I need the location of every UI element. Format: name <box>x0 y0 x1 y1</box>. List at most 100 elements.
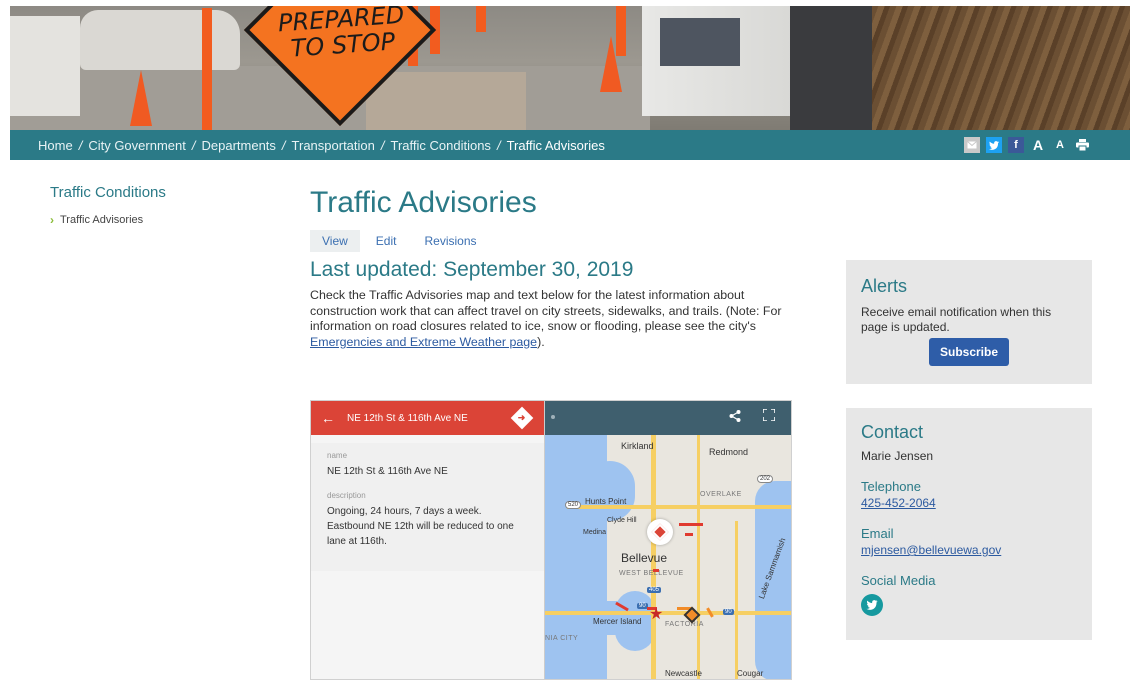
sr202-shield: 202 <box>757 475 774 483</box>
intro-text: Check the Traffic Advisories map and tex… <box>310 288 782 333</box>
breadcrumb-departments[interactable]: Departments <box>201 138 275 153</box>
map-toolbar <box>545 401 791 435</box>
closure-segment <box>685 533 693 536</box>
map-label-hunts-point: Hunts Point <box>585 497 627 506</box>
last-updated-heading: Last updated: September 30, 2019 <box>310 258 634 281</box>
banner-cone <box>130 70 152 126</box>
map-label-factoria: FACTORIA <box>665 621 704 628</box>
breadcrumb-separator: / <box>78 137 83 153</box>
breadcrumb-separator: / <box>496 137 501 153</box>
section-nav-item-traffic-advisories[interactable]: › Traffic Advisories <box>50 213 250 227</box>
banner-car-left <box>10 16 80 116</box>
map-label-mercer-island: Mercer Island <box>593 617 642 626</box>
map-label-overlake: OVERLAKE <box>700 491 742 498</box>
print-icon[interactable] <box>1074 137 1090 153</box>
sr520-shield: 520 <box>565 501 582 509</box>
banner-truck-window <box>660 18 740 66</box>
edit-tabs: View Edit Revisions <box>310 230 800 252</box>
tab-edit[interactable]: Edit <box>364 230 409 252</box>
directions-icon[interactable]: ➜ <box>510 406 534 430</box>
breadcrumb-separator: / <box>380 137 385 153</box>
section-nav-title[interactable]: Traffic Conditions <box>50 184 250 201</box>
subscribe-button[interactable]: Subscribe <box>929 338 1009 366</box>
contact-title: Contact <box>861 422 924 442</box>
breadcrumb-current: Traffic Advisories <box>506 137 605 153</box>
contact-name: Marie Jensen <box>861 449 934 463</box>
alerts-title: Alerts <box>861 276 908 296</box>
map-panel-header: ← NE 12th St & 116th Ave NE ➜ <box>311 401 544 435</box>
name-value: NE 12th St & 116th Ave NE <box>327 466 448 477</box>
telephone-label: Telephone <box>861 479 921 494</box>
breadcrumb-traffic-conditions[interactable]: Traffic Conditions <box>391 138 491 153</box>
breadcrumb-city-government[interactable]: City Government <box>88 138 186 153</box>
traffic-map-embed[interactable]: ← NE 12th St & 116th Ave NE ➜ name NE 12… <box>310 400 792 680</box>
advisory-star-marker[interactable]: ★ <box>649 607 663 623</box>
name-label: name <box>327 451 348 460</box>
banner-pole <box>476 6 486 32</box>
alerts-text: Receive email notification when this pag… <box>861 305 1052 334</box>
i90-shield: 90 <box>723 609 734 615</box>
map-detail-panel: ← NE 12th St & 116th Ave NE ➜ name NE 12… <box>311 401 545 679</box>
map-label-cougar: Cougar <box>737 669 764 678</box>
map-label-west-bellevue: WEST BELLEVUE <box>619 570 684 577</box>
lake-washington-bay <box>585 461 635 521</box>
back-arrow-icon[interactable]: ← <box>321 410 335 426</box>
breadcrumb: Home / City Government / Departments / T… <box>38 138 605 153</box>
breadcrumb-bar: Home / City Government / Departments / T… <box>10 130 1130 160</box>
email-label: Email <box>861 526 894 541</box>
main-content: Traffic Advisories View Edit Revisions L… <box>310 186 800 350</box>
telephone-link[interactable]: 425-452-2064 <box>861 496 1077 510</box>
arterial-road <box>735 521 738 679</box>
map-panel-title: NE 12th St & 116th Ave NE <box>347 412 468 424</box>
banner-sign-text: PREPARED TO STOP <box>277 6 406 63</box>
intro-end: ). <box>537 334 545 349</box>
facebook-icon[interactable]: f <box>1008 137 1024 153</box>
share-icon[interactable] <box>729 410 741 425</box>
lake-sammamish <box>755 481 791 679</box>
banner-excavator <box>790 6 880 130</box>
map-panel-body: name NE 12th St & 116th Ave NE descripti… <box>311 443 544 571</box>
map-label-nia-city: NIA CITY <box>545 635 579 642</box>
hero-banner: PREPARED TO STOP <box>10 6 1130 130</box>
i405-shield: 405 <box>647 587 662 593</box>
closure-segment <box>679 523 703 526</box>
email-link[interactable]: mjensen@bellevuewa.gov <box>861 543 1077 557</box>
map-label-medina: Medina <box>583 529 606 536</box>
description-value: Ongoing, 24 hours, 7 days a week. Eastbo… <box>327 506 514 547</box>
page-tools: f A A <box>964 137 1090 153</box>
breadcrumb-transportation[interactable]: Transportation <box>292 138 375 153</box>
section-nav: Traffic Conditions › Traffic Advisories <box>50 184 250 227</box>
chevron-right-icon: › <box>50 213 54 227</box>
banner-dirt <box>872 6 1130 130</box>
breadcrumb-separator: / <box>191 137 196 153</box>
social-media-label: Social Media <box>861 573 936 588</box>
closure-segment <box>653 569 659 572</box>
description-label: description <box>327 491 366 500</box>
banner-car <box>80 10 240 70</box>
map-toolbar-dot <box>551 415 555 419</box>
fullscreen-icon[interactable] <box>762 408 776 424</box>
banner-pole <box>616 6 626 56</box>
banner-planter <box>366 72 526 130</box>
font-decrease-button[interactable]: A <box>1052 137 1068 153</box>
twitter-icon[interactable] <box>861 594 883 616</box>
intro-paragraph: Check the Traffic Advisories map and tex… <box>310 288 790 350</box>
arterial-road <box>697 435 700 679</box>
section-nav-item-label: Traffic Advisories <box>60 214 144 226</box>
contact-box: Contact Marie Jensen Telephone 425-452-2… <box>846 408 1092 640</box>
tab-revisions[interactable]: Revisions <box>412 230 488 252</box>
mail-icon[interactable] <box>964 137 980 153</box>
map-canvas[interactable]: Kirkland Redmond Hunts Point OVERLAKE Cl… <box>545 401 791 679</box>
i90-road <box>545 611 791 615</box>
tab-view[interactable]: View <box>310 230 360 252</box>
font-increase-button[interactable]: A <box>1030 137 1046 153</box>
map-label-clyde-hill: Clyde Hill <box>607 517 637 524</box>
map-label-kirkland: Kirkland <box>621 441 654 451</box>
breadcrumb-home[interactable]: Home <box>38 138 73 153</box>
emergencies-weather-link[interactable]: Emergencies and Extreme Weather page <box>310 335 537 349</box>
page-title: Traffic Advisories <box>310 186 537 219</box>
twitter-icon[interactable] <box>986 137 1002 153</box>
map-label-newcastle: Newcastle <box>665 669 702 678</box>
banner-pole <box>202 8 212 130</box>
breadcrumb-separator: / <box>281 137 286 153</box>
